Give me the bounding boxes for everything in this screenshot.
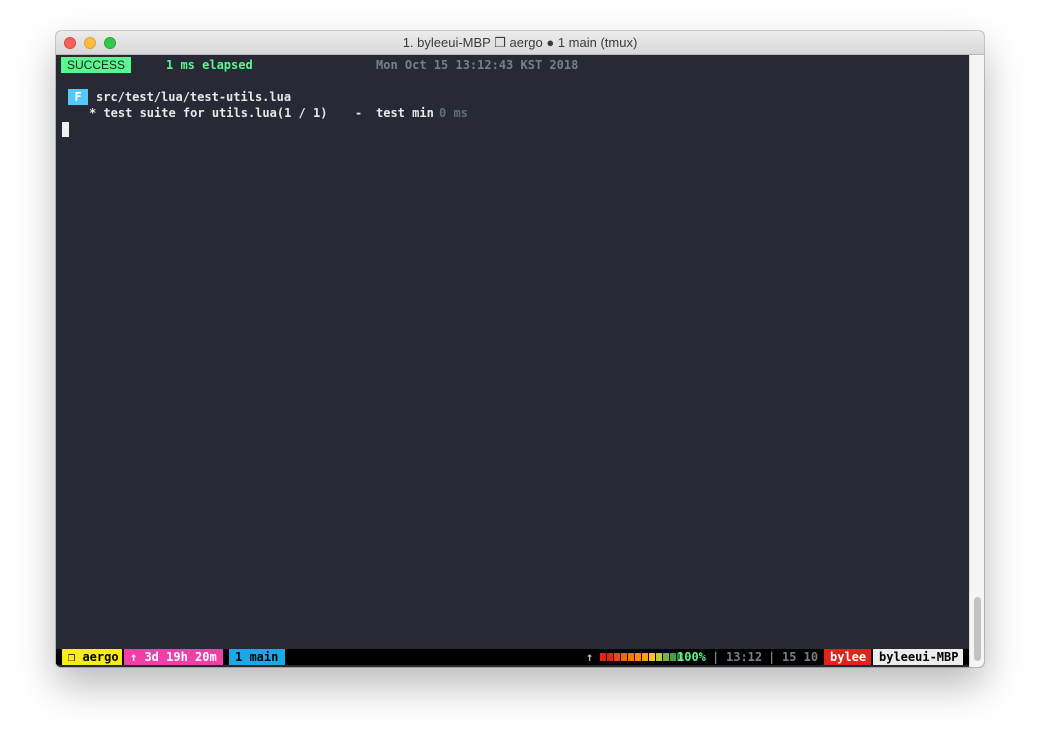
battery-cell bbox=[621, 653, 627, 661]
elapsed-time: 1 ms elapsed bbox=[166, 58, 253, 72]
test-name: test min bbox=[376, 106, 434, 120]
battery-cell bbox=[670, 653, 676, 661]
battery-cell bbox=[635, 653, 641, 661]
battery-cell bbox=[649, 653, 655, 661]
scrollbar[interactable] bbox=[969, 55, 984, 667]
tmux-window-tab[interactable]: 1 main bbox=[229, 649, 285, 665]
window-title: 1. byleeui-MBP ❒ aergo ● 1 main (tmux) bbox=[402, 35, 638, 50]
terminal-window: 1. byleeui-MBP ❒ aergo ● 1 main (tmux) S… bbox=[56, 31, 984, 667]
status-username: bylee bbox=[824, 649, 871, 665]
terminal-content[interactable]: SUCCESS 1 ms elapsed Mon Oct 15 13:12:43… bbox=[56, 55, 969, 667]
terminal-cursor bbox=[62, 122, 69, 137]
status-separator: | bbox=[712, 650, 720, 664]
battery-charging-icon: ↑ bbox=[586, 650, 594, 664]
battery-cell bbox=[642, 653, 648, 661]
battery-cell bbox=[628, 653, 634, 661]
test-suite-line: * test suite for utils.lua(1 / 1) bbox=[89, 106, 328, 120]
file-badge: F bbox=[68, 89, 88, 105]
battery-cell bbox=[607, 653, 613, 661]
uptime-segment: ↑ 3d 19h 20m bbox=[124, 649, 223, 665]
title-bar[interactable]: 1. byleeui-MBP ❒ aergo ● 1 main (tmux) bbox=[56, 31, 984, 55]
run-datetime: Mon Oct 15 13:12:43 KST 2018 bbox=[376, 58, 579, 72]
battery-cell bbox=[614, 653, 620, 661]
success-badge: SUCCESS bbox=[61, 57, 132, 73]
status-separator: | bbox=[768, 650, 776, 664]
separator-dash: - bbox=[355, 106, 363, 120]
status-date: 15 10 bbox=[782, 650, 819, 664]
tmux-status-bar: ❒ aergo ↑ 3d 19h 20m 1 main ↑ 100% | 13:… bbox=[56, 649, 969, 665]
battery-percent: 100% bbox=[677, 650, 706, 664]
test-duration: 0 ms bbox=[439, 106, 468, 120]
tmux-session[interactable]: ❒ aergo bbox=[62, 649, 122, 665]
battery-gauge bbox=[600, 653, 683, 661]
battery-cell bbox=[656, 653, 662, 661]
scrollbar-thumb[interactable] bbox=[974, 597, 981, 661]
status-clock: 13:12 bbox=[726, 650, 763, 664]
status-hostname: byleeui-MBP bbox=[873, 649, 963, 665]
battery-cell bbox=[600, 653, 606, 661]
battery-cell bbox=[663, 653, 669, 661]
test-file-path: src/test/lua/test-utils.lua bbox=[96, 90, 292, 104]
